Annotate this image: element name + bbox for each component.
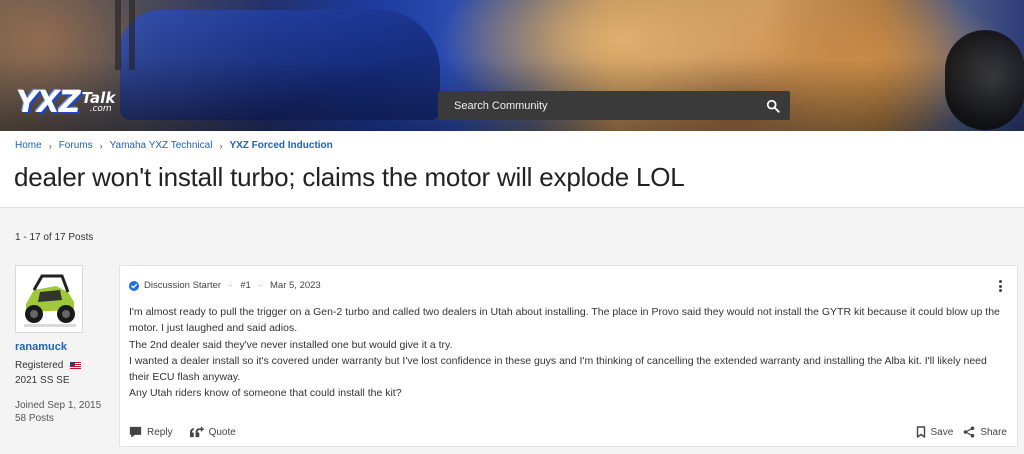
breadcrumb-home[interactable]: Home <box>15 140 42 151</box>
page-title: dealer won't install turbo; claims the m… <box>14 162 685 192</box>
author-vehicle: 2021 SS SE <box>15 375 70 386</box>
breadcrumb-forums[interactable]: Forums <box>59 140 93 151</box>
reply-button[interactable]: Reply <box>129 426 173 438</box>
search-placeholder: Search Community <box>454 99 548 112</box>
search-icon[interactable] <box>766 99 780 113</box>
author-role-label: Registered <box>15 360 64 371</box>
chevron-right-icon: › <box>99 140 103 151</box>
post-body: I'm almost ready to pull the trigger on … <box>129 304 1009 402</box>
author-username[interactable]: ranamuck <box>15 341 67 353</box>
quote-icon <box>189 426 204 438</box>
save-button[interactable]: Save <box>916 426 954 438</box>
reply-icon <box>129 426 142 438</box>
thread-header: Home › Forums › Yamaha YXZ Technical › Y… <box>0 131 1024 208</box>
share-icon <box>964 426 975 438</box>
chevron-right-icon: › <box>48 140 52 151</box>
post-paragraph: I wanted a dealer install so it's covere… <box>129 354 987 384</box>
post-date[interactable]: Mar 5, 2023 <box>270 280 321 291</box>
breadcrumb-yxz-forced-induction[interactable]: YXZ Forced Induction <box>229 140 332 151</box>
post-number-link[interactable]: #1 <box>240 280 251 291</box>
us-flag-icon <box>70 361 82 370</box>
chevron-right-icon: › <box>219 140 223 151</box>
post-paragraph: The 2nd dealer said they've never instal… <box>129 338 453 351</box>
save-label: Save <box>930 426 954 438</box>
site-logo[interactable]: YXZ Talk .com <box>16 85 115 120</box>
share-label: Share <box>980 426 1007 438</box>
post-count: 1 - 17 of 17 Posts <box>15 232 94 243</box>
logo-domain-text: .com <box>89 104 112 114</box>
reply-label: Reply <box>147 426 173 438</box>
logo-sub-text: Talk <box>81 89 116 107</box>
logo-main-text: YXZ <box>16 85 81 120</box>
author-role: Registered <box>15 360 82 371</box>
discussion-starter-badge: Discussion Starter <box>144 280 222 291</box>
share-button[interactable]: Share <box>963 426 1007 438</box>
author-post-count: 58 Posts <box>15 413 54 424</box>
search-input[interactable]: Search Community <box>438 91 790 120</box>
quote-button[interactable]: Quote <box>189 426 236 438</box>
post-card: Discussion Starter · #1 · Mar 5, 2023 I'… <box>119 265 1018 447</box>
more-options-icon[interactable] <box>995 279 1005 293</box>
post-paragraph: Any Utah riders know of someone that cou… <box>129 387 402 400</box>
breadcrumb: Home › Forums › Yamaha YXZ Technical › Y… <box>15 140 333 151</box>
quote-label: Quote <box>208 426 236 438</box>
breadcrumb-yamaha-yxz-technical[interactable]: Yamaha YXZ Technical <box>110 140 213 151</box>
bookmark-icon <box>916 426 925 438</box>
post-meta: Discussion Starter · #1 · Mar 5, 2023 <box>129 280 321 291</box>
avatar[interactable] <box>15 265 83 333</box>
post-actions-right: Save Share <box>906 426 1007 438</box>
site-banner: YXZ Talk .com Search Community <box>0 0 1024 131</box>
post-paragraph: I'm almost ready to pull the trigger on … <box>129 306 1000 335</box>
author-joined: Joined Sep 1, 2015 <box>15 400 102 411</box>
verified-badge-icon <box>129 280 139 291</box>
post-actions-left: Reply Quote <box>129 426 252 438</box>
utv-avatar-icon <box>16 266 82 332</box>
